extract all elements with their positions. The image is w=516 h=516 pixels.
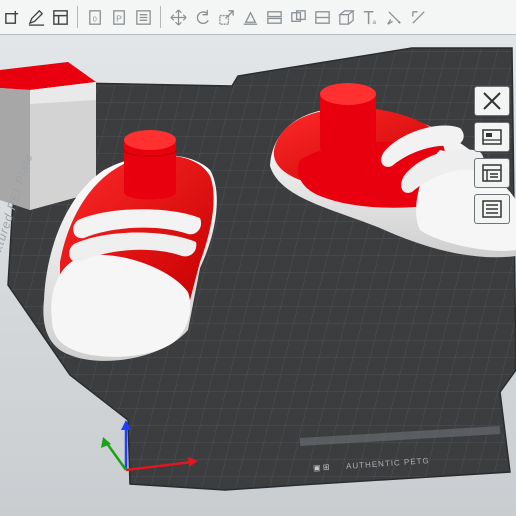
rotate-icon[interactable] [192,7,213,28]
copy-icon[interactable]: 0 [85,7,106,28]
bed-logo: ▣ ⊞ [312,462,330,473]
move-icon[interactable] [168,7,189,28]
list-icon[interactable] [133,7,154,28]
settings-view-icon[interactable] [474,194,510,224]
paste-icon[interactable]: P [109,7,130,28]
layout-icon[interactable] [50,7,71,28]
variable-height-icon[interactable] [312,7,333,28]
seam-icon[interactable] [408,7,429,28]
svg-text:0: 0 [92,14,96,23]
place-on-face-icon[interactable] [240,7,261,28]
cut-icon[interactable] [264,7,285,28]
top-toolbar: 0 P a [0,0,516,35]
svg-text:a: a [372,19,376,26]
paint-icon[interactable] [384,7,405,28]
scale-icon[interactable] [216,7,237,28]
arrange-icon[interactable] [474,122,510,152]
measure-icon[interactable] [336,7,357,28]
text-icon[interactable]: a [360,7,381,28]
add-object-icon[interactable] [2,7,23,28]
edit-icon[interactable] [26,7,47,28]
toolbar-separator [160,6,161,28]
side-toolbar [462,83,516,227]
3d-viewport[interactable]: Textured PEI Plate ▣ ⊞ AUTHENTIC PETG [0,35,516,516]
svg-text:P: P [116,13,122,23]
scene-canvas[interactable] [0,35,516,516]
close-icon[interactable] [474,86,510,116]
toolbar-separator [77,6,78,28]
split-icon[interactable] [288,7,309,28]
layers-view-icon[interactable] [474,158,510,188]
